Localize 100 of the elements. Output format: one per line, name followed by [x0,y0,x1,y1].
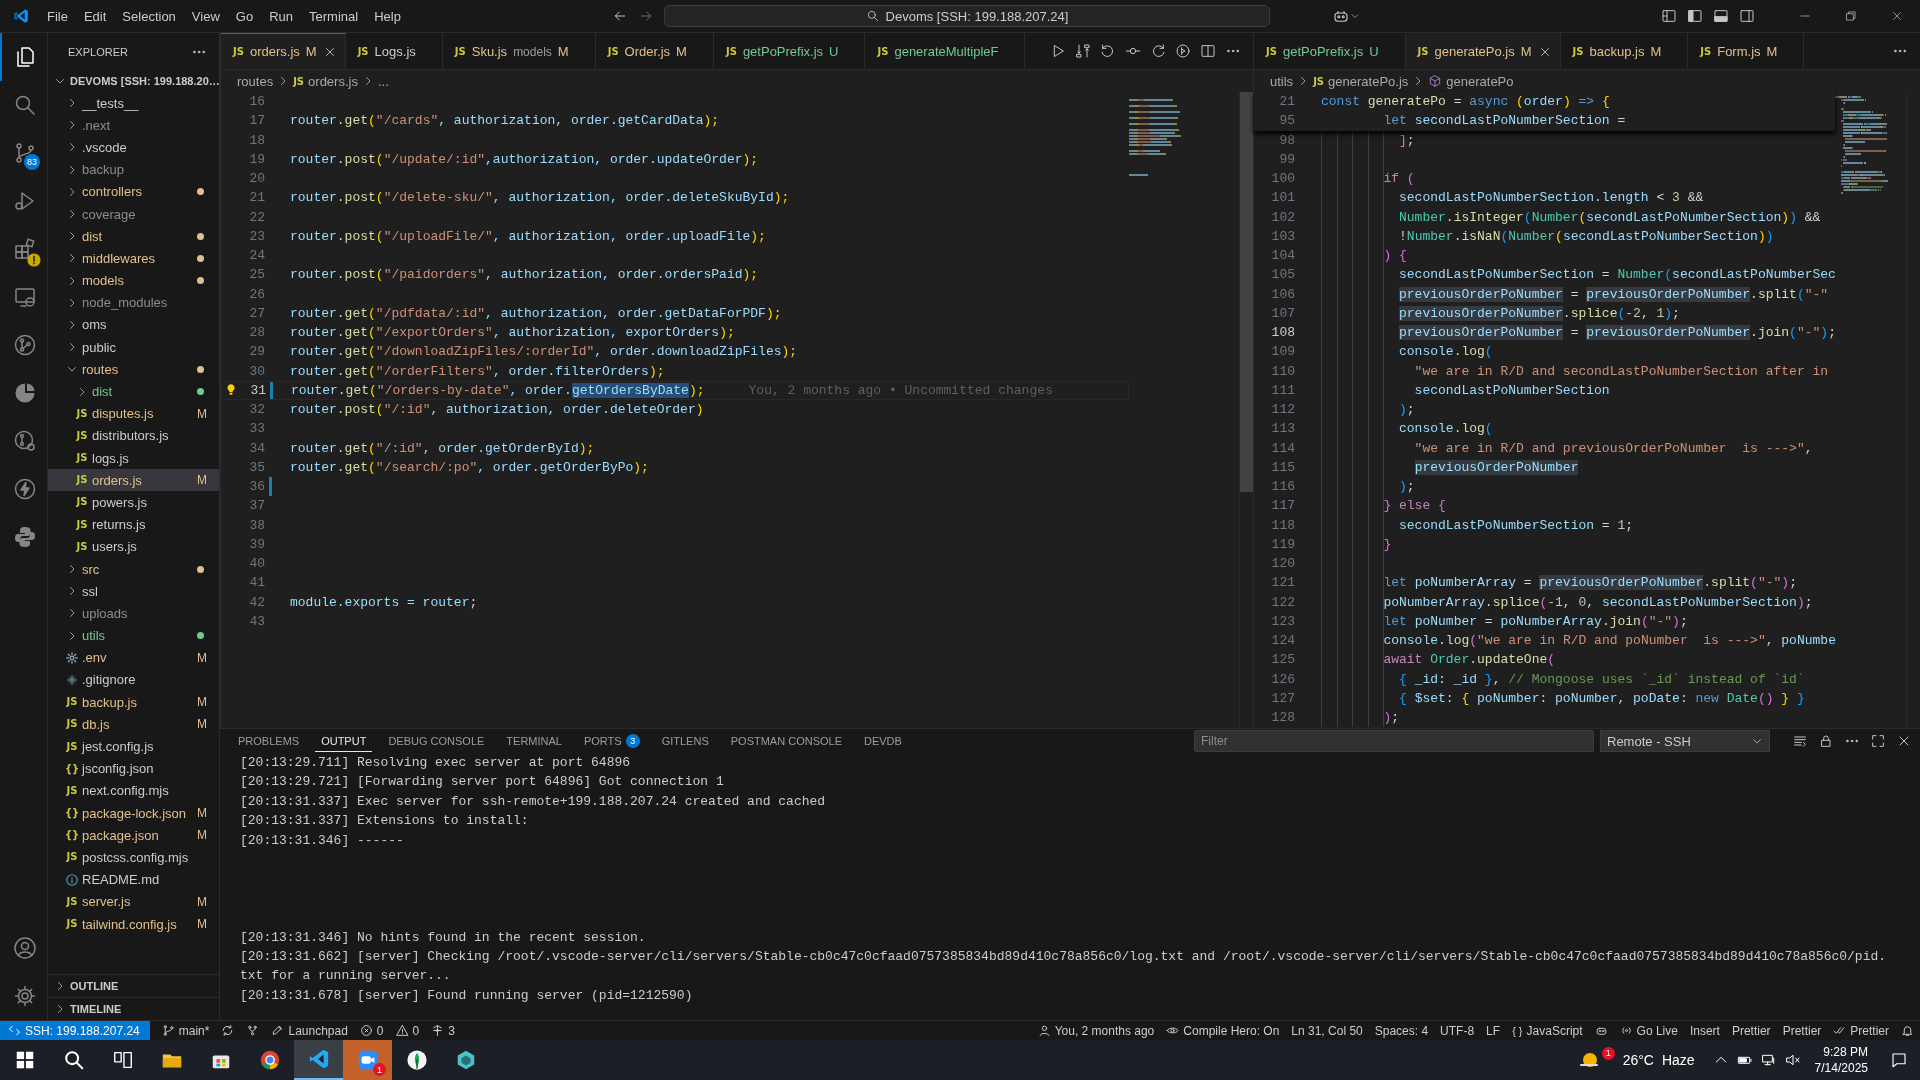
entry-label[interactable]: tailwind.config.js [82,916,193,932]
code-editor-icon[interactable] [307,1048,330,1070]
status-item[interactable]: Insert [1683,1021,1726,1040]
entry-label[interactable]: README.md [82,872,207,888]
status-item[interactable]: Go Live [1613,1021,1684,1040]
explorer-row[interactable]: src [48,557,219,581]
command-center[interactable]: Devoms [SSH: 199.188.207.24] [664,5,1270,27]
account-icon[interactable] [12,936,37,960]
status-item[interactable]: LF [1480,1021,1507,1040]
explorer-row[interactable]: JS distributors.js [48,424,219,447]
close-icon[interactable] [1890,9,1904,23]
editor-tab[interactable]: JS Order.js M [595,33,714,69]
status-item[interactable]: Prettier [1776,1021,1828,1040]
entry-label[interactable]: __tests__ [82,95,207,111]
status-item[interactable]: You, 2 months ago [1031,1021,1161,1040]
explorer-row[interactable]: JS disputes.js M [48,402,219,425]
sync-icon[interactable] [221,1024,235,1037]
status-item[interactable]: main* [155,1021,216,1040]
explorer-row[interactable]: node_modules [48,291,219,314]
lock-icon[interactable] [1818,733,1834,749]
entry-label[interactable]: models [82,273,197,289]
weather-temperature[interactable]: 26°C [1622,1052,1654,1068]
explorer-row[interactable]: controllers [48,180,219,203]
explorer-row[interactable]: .gitignore [48,668,219,692]
explorer-row[interactable]: __tests__ [48,92,219,115]
entry-label[interactable]: ssl [82,583,207,599]
breadcrumb-item[interactable]: generatePo [1446,73,1514,89]
explorer-row[interactable]: .next [48,114,219,137]
entry-label[interactable]: distributors.js [92,428,207,444]
entry-label[interactable]: src [82,561,197,577]
breadcrumb-item[interactable]: routes [237,73,274,89]
list-filter-icon[interactable] [1792,733,1808,749]
status-item[interactable]: Ln 31, Col 50 [1285,1021,1369,1040]
menu-item[interactable]: Run [261,5,301,27]
explorer-row[interactable]: {} jsconfig.json [48,757,219,780]
workspace-root[interactable]: DEVOMS [SSH: 199.188.20… [70,75,220,87]
scrollbar-thumb[interactable] [1240,92,1253,492]
entry-label[interactable]: package.json [82,827,193,843]
explorer-row[interactable]: dist [48,380,219,403]
network-icon[interactable] [1760,1052,1777,1068]
search-icon[interactable] [62,1049,85,1071]
entry-label[interactable]: next.config.mjs [82,783,207,799]
panel-tab[interactable]: DEVDB [858,730,908,752]
breadcrumb-item[interactable]: utils [1270,73,1294,89]
explorer-row[interactable]: {} package-lock.json M [48,802,219,825]
explorer-row[interactable]: .vscode [48,136,219,159]
editor-tab[interactable]: JS generateMultipleF [865,33,1026,69]
panel-tab[interactable]: PROBLEMS [232,730,306,752]
browser-icon[interactable] [258,1049,281,1071]
panel-tab[interactable]: OUTPUT [315,730,373,752]
breadcrumb-item[interactable]: ... [377,73,389,89]
explorer-row[interactable]: JS backup.js M [48,691,219,714]
entry-label[interactable]: returns.js [92,517,207,533]
entry-label[interactable]: backup.js [82,694,193,710]
explorer-row[interactable]: uploads [48,602,219,625]
entry-label[interactable]: backup [82,162,207,178]
output-channel-dropdown[interactable]: Remote - SSH [1600,730,1770,752]
entry-label[interactable]: controllers [82,184,197,200]
entry-label[interactable]: coverage [82,206,207,222]
entry-label[interactable]: .next [82,117,207,133]
panel-tab[interactable]: DEBUG CONSOLE [382,730,491,752]
speaker-muted-icon[interactable] [1784,1052,1801,1068]
explorer-row[interactable]: JS db.js M [48,713,219,736]
extensions-icon[interactable] [12,237,37,261]
entry-label[interactable]: middlewares [82,250,197,266]
entry-label[interactable]: uploads [82,605,207,621]
explorer-row[interactable]: JS tailwind.config.js M [48,912,219,936]
status-item[interactable]: Prettier [1827,1021,1895,1040]
task-view-icon[interactable] [111,1049,134,1071]
explorer-row[interactable]: public [48,336,219,359]
breadcrumb-item[interactable]: orders.js [308,73,358,89]
entry-label[interactable]: powers.js [92,494,207,510]
panel-tab[interactable]: POSTMAN CONSOLE [724,730,848,752]
back-arrow-icon[interactable] [612,8,628,24]
graph-icon[interactable] [246,1024,260,1037]
entry-label[interactable]: db.js [82,716,193,732]
entry-label[interactable]: .env [82,650,193,666]
explorer-row[interactable]: JS orders.js M [48,469,219,492]
menu-item[interactable]: Help [366,5,409,27]
explorer-row[interactable]: JS postcss.config.mjs [48,846,219,869]
notifications-icon[interactable] [1890,1051,1908,1069]
filter-field[interactable]: Filter [1194,730,1594,752]
maximize-icon[interactable] [1870,733,1886,749]
entry-label[interactable]: .gitignore [82,672,207,688]
section-header[interactable]: TIMELINE [70,1003,122,1015]
remote-indicator[interactable]: SSH: 199.188.207.24 [0,1021,150,1040]
entry-label[interactable]: package-lock.json [82,805,193,821]
section-header[interactable]: OUTLINE [70,980,119,992]
clock-date[interactable]: 7/14/2025 [1814,1060,1868,1076]
layout-icon[interactable] [1661,8,1677,24]
clock-time[interactable]: 9:28 PM [1823,1044,1868,1060]
status-item[interactable]: 3 [425,1021,461,1040]
editor-tab[interactable]: JS Logs.js [345,33,443,69]
panel-tab[interactable]: PORTS 3 [577,729,646,753]
split-editor-icon[interactable] [1200,43,1216,59]
entry-label[interactable]: logs.js [92,450,207,466]
explorer-row[interactable]: JS jest.config.js [48,735,219,758]
explorer-row[interactable]: JS server.js M [48,890,219,913]
menu-item[interactable]: Go [227,5,262,27]
restore-icon[interactable] [1844,9,1858,23]
